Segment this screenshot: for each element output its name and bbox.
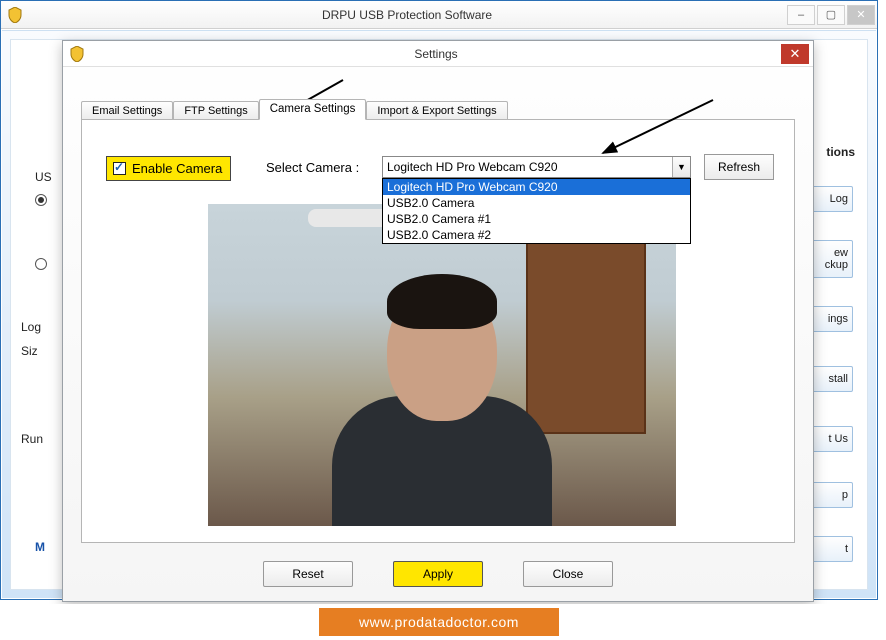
settings-dialog: Settings ✕ Email Settings FTP Settings C…: [62, 40, 814, 602]
camera-option-1[interactable]: USB2.0 Camera: [383, 195, 690, 211]
reset-button-label: Reset: [292, 567, 323, 581]
camera-preview-scene: [208, 204, 676, 526]
side-button-log-label: Log: [830, 193, 848, 205]
label-us-peek: US: [35, 170, 52, 184]
reset-button[interactable]: Reset: [263, 561, 353, 587]
chevron-down-icon: ▼: [672, 157, 690, 177]
side-button-backup-l2: ckup: [825, 259, 848, 271]
tab-ftp-settings[interactable]: FTP Settings: [173, 101, 258, 120]
person-shape: [332, 266, 552, 526]
dialog-button-row: Reset Apply Close: [63, 561, 813, 587]
side-button-help-label: p: [842, 489, 848, 501]
side-button-settings-label: ings: [828, 313, 848, 325]
maximize-button[interactable]: ▢: [817, 5, 845, 25]
app-shield-icon: [7, 7, 23, 23]
radio-selected-peek[interactable]: [35, 194, 47, 206]
camera-preview: [208, 204, 676, 526]
camera-dropdown-list: Logitech HD Pro Webcam C920 USB2.0 Camer…: [382, 178, 691, 244]
radio-peek[interactable]: [35, 258, 47, 270]
close-app-button[interactable]: ✕: [847, 5, 875, 25]
label-run-peek: Run: [21, 432, 43, 446]
titlebar[interactable]: DRPU USB Protection Software – ▢ ✕: [1, 1, 877, 29]
dialog-shield-icon: [69, 46, 85, 62]
enable-camera-checkbox[interactable]: Enable Camera: [106, 156, 231, 181]
app-title: DRPU USB Protection Software: [29, 8, 785, 22]
refresh-button[interactable]: Refresh: [704, 154, 774, 180]
tab-email-settings[interactable]: Email Settings: [81, 101, 173, 120]
label-log-peek: Log: [21, 320, 41, 334]
label-m-peek: M: [35, 540, 45, 554]
select-camera-label: Select Camera :: [266, 160, 359, 175]
apply-button[interactable]: Apply: [393, 561, 483, 587]
tab-camera-settings[interactable]: Camera Settings: [259, 99, 367, 120]
tabs-bar: Email Settings FTP Settings Camera Setti…: [81, 97, 508, 119]
side-button-exit-label: t: [845, 543, 848, 555]
camera-option-0[interactable]: Logitech HD Pro Webcam C920: [383, 179, 690, 195]
minimize-button[interactable]: –: [787, 5, 815, 25]
refresh-button-label: Refresh: [718, 160, 760, 174]
close-button[interactable]: Close: [523, 561, 613, 587]
camera-option-3[interactable]: USB2.0 Camera #2: [383, 227, 690, 243]
tab-panel-camera: Enable Camera Select Camera : Logitech H…: [81, 119, 795, 543]
enable-camera-label: Enable Camera: [132, 161, 222, 176]
apply-button-label: Apply: [423, 567, 453, 581]
camera-select-value: Logitech HD Pro Webcam C920: [387, 160, 558, 174]
camera-option-2[interactable]: USB2.0 Camera #1: [383, 211, 690, 227]
label-size-peek: Siz: [21, 344, 38, 358]
side-button-about-label: t Us: [828, 433, 848, 445]
close-dialog-button[interactable]: ✕: [781, 44, 809, 64]
camera-select[interactable]: Logitech HD Pro Webcam C920 ▼: [382, 156, 691, 178]
footer-band: www.prodatadoctor.com: [0, 604, 878, 640]
tab-import-export-settings[interactable]: Import & Export Settings: [366, 101, 507, 120]
checkmark-icon: [113, 162, 126, 175]
dialog-title: Settings: [91, 47, 781, 61]
side-button-uninstall-label: stall: [828, 373, 848, 385]
side-button-backup-l1: ew: [834, 247, 848, 259]
dialog-titlebar[interactable]: Settings ✕: [63, 41, 813, 67]
close-button-label: Close: [553, 567, 584, 581]
label-tions-peek: tions: [826, 145, 855, 159]
footer-url: www.prodatadoctor.com: [319, 608, 559, 636]
dialog-body: Email Settings FTP Settings Camera Setti…: [63, 67, 813, 601]
